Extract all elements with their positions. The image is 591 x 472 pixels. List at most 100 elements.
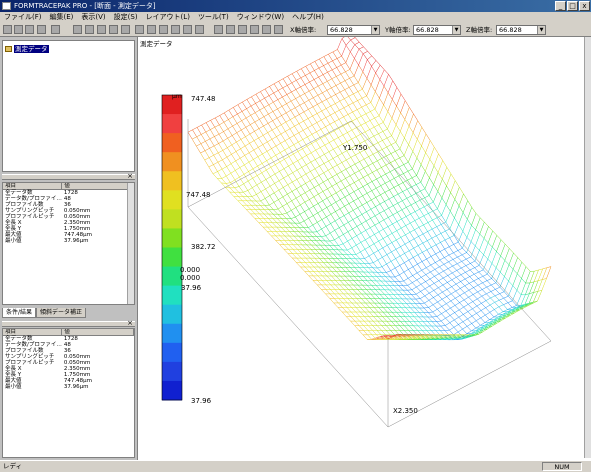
- pane-divider[interactable]: ×: [2, 319, 135, 327]
- window-icon[interactable]: [85, 25, 94, 34]
- move-icon[interactable]: [183, 25, 192, 34]
- pane-divider[interactable]: ×: [2, 172, 135, 180]
- mesh-line: [529, 281, 535, 294]
- mesh-line: [350, 262, 355, 268]
- surface-plot[interactable]: μm 747.48 382.72 37.96 Y1.750 X2.350 747…: [138, 37, 590, 458]
- zoom-area-icon[interactable]: [238, 25, 247, 34]
- mesh-line: [420, 295, 425, 299]
- scrollbar[interactable]: [127, 183, 134, 304]
- mesh-line: [228, 107, 234, 111]
- mesh-line: [337, 38, 343, 50]
- mesh-line: [419, 307, 424, 313]
- grid-icon[interactable]: [97, 25, 106, 34]
- tree-item-root[interactable]: 測定データ: [5, 43, 49, 53]
- profile-icon[interactable]: [147, 25, 156, 34]
- cursor-icon[interactable]: [274, 25, 283, 34]
- mesh-line: [263, 213, 269, 219]
- menu-tools[interactable]: ツール(T): [194, 12, 233, 23]
- mesh-line: [462, 219, 468, 232]
- tab-tilt-correction[interactable]: 傾斜データ補正: [36, 308, 87, 318]
- mesh-line: [240, 136, 246, 140]
- zoom-in-icon[interactable]: [214, 25, 223, 34]
- mesh-line: [256, 175, 262, 183]
- mesh-line: [459, 302, 464, 308]
- mesh-line: [388, 205, 394, 209]
- zoom-out-icon[interactable]: [226, 25, 235, 34]
- copy-icon[interactable]: [51, 25, 60, 34]
- minimize-button[interactable]: _: [555, 1, 566, 11]
- mesh-line: [417, 139, 422, 147]
- mesh-line: [322, 207, 327, 211]
- mesh-line: [352, 100, 358, 104]
- table-row[interactable]: 最小値 37.96μm: [3, 384, 134, 390]
- mesh-line: [372, 151, 378, 155]
- mesh-line: [471, 327, 476, 332]
- mesh-line: [404, 243, 410, 251]
- table-row[interactable]: 最小値 37.96μm: [3, 238, 134, 244]
- mesh-line: [274, 171, 280, 175]
- mesh-line: [445, 315, 451, 319]
- mesh-line: [342, 311, 347, 317]
- mesh-line: [330, 114, 335, 122]
- mesh-line: [444, 248, 450, 256]
- mesh-line: [463, 311, 469, 315]
- measure-icon[interactable]: [262, 25, 271, 34]
- menu-window[interactable]: ウィンドウ(W): [233, 12, 288, 23]
- close-button[interactable]: x: [579, 1, 590, 11]
- menu-view[interactable]: 表示(V): [77, 12, 109, 23]
- chevron-down-icon[interactable]: ▼: [371, 26, 379, 34]
- chart-icon[interactable]: [121, 25, 130, 34]
- mesh-line: [503, 295, 509, 299]
- zoom-reset-icon[interactable]: [250, 25, 259, 34]
- mesh-line: [390, 144, 396, 152]
- mesh-line: [292, 179, 298, 183]
- mesh-line: [402, 182, 408, 190]
- close-icon[interactable]: ×: [127, 172, 133, 180]
- mesh-line: [416, 164, 422, 176]
- x-zoom-select[interactable]: 66.828 ▼: [327, 25, 380, 35]
- z-axis-top-label: 747.48: [186, 191, 211, 199]
- layers-icon[interactable]: [109, 25, 118, 34]
- mesh-line: [339, 98, 345, 102]
- print-icon[interactable]: [37, 25, 46, 34]
- mesh-line: [279, 168, 285, 172]
- open-icon[interactable]: [14, 25, 23, 34]
- colorbar-min-label: 37.96: [191, 397, 212, 405]
- mesh-line: [398, 285, 403, 291]
- table-icon[interactable]: [135, 25, 144, 34]
- menu-edit[interactable]: 編集(E): [46, 12, 78, 23]
- mesh-line: [340, 275, 345, 281]
- z-zoom-select[interactable]: 66.828 ▼: [496, 25, 546, 35]
- mesh-line: [350, 316, 356, 322]
- chevron-down-icon[interactable]: ▼: [452, 26, 460, 34]
- mesh-line: [344, 280, 350, 286]
- mesh-line: [393, 193, 399, 197]
- mesh-line: [340, 190, 346, 198]
- fit-icon[interactable]: [195, 25, 204, 34]
- mesh-line: [373, 126, 379, 134]
- mesh-line: [434, 269, 440, 274]
- menu-settings[interactable]: 設定(S): [110, 12, 142, 23]
- surface-icon[interactable]: [159, 25, 168, 34]
- plot-scrollbar[interactable]: [584, 37, 591, 458]
- rotate-icon[interactable]: [171, 25, 180, 34]
- save-icon[interactable]: [25, 25, 34, 34]
- mesh-line: [289, 128, 295, 136]
- menu-help[interactable]: ヘルプ(H): [288, 12, 328, 23]
- maximize-button[interactable]: □: [567, 1, 578, 11]
- mesh-line: [470, 229, 476, 242]
- menu-file[interactable]: ファイル(F): [0, 12, 46, 23]
- mesh-line: [260, 88, 266, 92]
- new-icon[interactable]: [3, 25, 12, 34]
- mesh-line: [461, 258, 467, 262]
- tab-conditions[interactable]: 条件/結果: [2, 308, 37, 318]
- mesh-line: [379, 294, 385, 299]
- mesh-line: [214, 124, 220, 128]
- mesh-line: [302, 130, 308, 138]
- menu-layout[interactable]: レイアウト(L): [142, 12, 194, 23]
- mesh-line: [374, 108, 380, 116]
- y-zoom-select[interactable]: 66.828 ▼: [413, 25, 461, 35]
- chevron-down-icon[interactable]: ▼: [537, 26, 545, 34]
- view-icon[interactable]: [73, 25, 82, 34]
- close-icon[interactable]: ×: [127, 319, 133, 327]
